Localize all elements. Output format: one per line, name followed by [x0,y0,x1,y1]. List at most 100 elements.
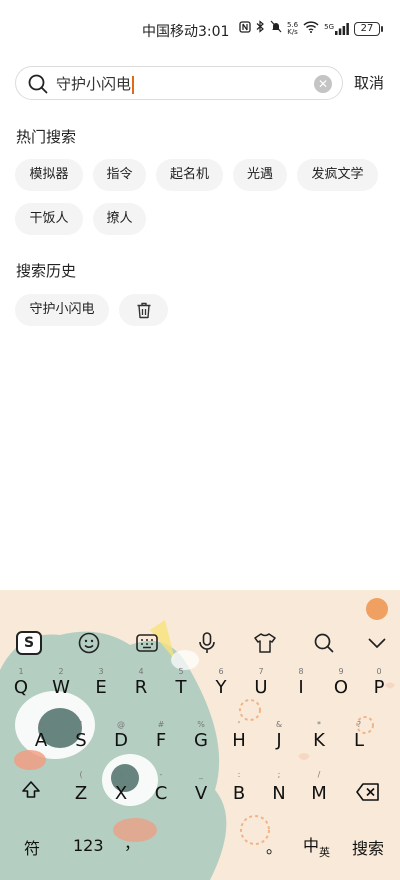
network-type: 5G [324,23,334,31]
net-speed: 5.6 K/s [287,22,298,36]
status-bar: 中国移动3:01 5.6 K/s 5G 27 [0,0,400,56]
key-t[interactable]: T [163,677,199,698]
key-q[interactable]: Q [3,677,39,698]
lang-sub: 英 [319,846,331,859]
hot-chip[interactable]: 撩人 [93,203,146,235]
key-z[interactable]: Z [63,783,99,804]
key-y[interactable]: Y [203,677,239,698]
status-carrier-time: 中国移动3:01 [142,21,229,41]
key-s[interactable]: S [63,730,99,751]
key-hint: _ [199,770,203,779]
keyboard-switch-icon[interactable] [132,628,162,658]
battery-level: 27 [360,23,374,34]
hot-chip[interactable]: 发疯文学 [297,159,378,191]
key-hint: @ [117,720,125,729]
key-u[interactable]: U [243,677,279,698]
key-hint: - [159,770,163,779]
carrier-name: 中国移动 [142,24,198,40]
number-key[interactable]: 123 [73,836,104,855]
hot-chip[interactable]: 干饭人 [15,203,83,235]
backspace-key[interactable] [350,783,386,806]
space-key[interactable] [185,840,265,850]
history-title: 搜索历史 [16,262,77,280]
key-hint: & [275,720,283,729]
key-a[interactable]: A [23,730,59,751]
key-hint: ) [119,770,123,779]
key-v[interactable]: V [183,783,219,804]
brand-key: S [16,631,42,655]
hot-chip[interactable]: 光遇 [233,159,287,191]
key-b[interactable]: B [221,783,257,804]
clock: 3:01 [198,24,230,40]
key-hint: 0 [376,667,382,676]
shift-icon [22,781,40,798]
clear-icon[interactable]: ✕ [314,75,332,93]
key-e[interactable]: E [83,677,119,698]
search-field[interactable]: 守护小闪电 ✕ [15,66,343,100]
period-key[interactable]: 。 [266,834,282,858]
key-hint: : [237,770,241,779]
sogou-logo-icon[interactable]: S [14,628,44,658]
cancel-button[interactable]: 取消 [354,72,384,93]
key-hint: ! [79,720,83,729]
key-hint: 6 [218,667,224,676]
bluetooth-icon [256,20,265,38]
key-c[interactable]: C [143,783,179,804]
key-hint: # [157,720,165,729]
keyboard: S 1 2 3 4 5 6 7 8 9 0 Q W E R T Y U I O … [0,590,400,880]
signal-icon: 5G [324,23,349,35]
shift-key[interactable] [13,780,49,805]
battery-icon: 27 [354,22,383,36]
search-query: 守护小闪电 [56,75,132,93]
emoji-icon[interactable] [74,628,104,658]
trash-icon [137,302,150,318]
keyboard-mascot-icon[interactable] [366,598,388,620]
search-bar: 守护小闪电 ✕ 取消 [15,66,385,100]
key-j[interactable]: J [261,730,297,751]
key-i[interactable]: I [283,677,319,698]
key-hint: / [317,770,321,779]
key-hint: ( [79,770,83,779]
text-caret [132,75,134,94]
key-hint: * [317,720,321,729]
key-hint: 2 [58,667,64,676]
microphone-icon[interactable] [192,628,222,658]
key-hint: 7 [258,667,264,676]
key-o[interactable]: O [323,677,359,698]
key-hint: 9 [338,667,344,676]
key-hint: 3 [98,667,104,676]
key-hint: 5 [178,667,184,676]
key-x[interactable]: X [103,783,139,804]
lang-main: 中 [303,836,320,855]
language-switch-key[interactable]: 中英 [303,832,331,859]
key-h[interactable]: H [221,730,257,751]
hot-search-title: 热门搜索 [16,128,77,146]
key-f[interactable]: F [143,730,179,751]
key-d[interactable]: D [103,730,139,751]
collapse-keyboard-icon[interactable] [362,628,392,658]
history-chip[interactable]: 守护小闪电 [15,294,109,326]
key-k[interactable]: K [301,730,337,751]
delete-history-button[interactable] [119,294,168,326]
key-g[interactable]: G [183,730,219,751]
mute-icon [270,20,282,38]
status-icons: 5.6 K/s 5G 27 [239,20,383,38]
key-r[interactable]: R [123,677,159,698]
hot-chip[interactable]: 指令 [93,159,146,191]
search-icon [28,74,48,94]
skin-shirt-icon[interactable] [250,628,280,658]
key-w[interactable]: W [43,677,79,698]
key-p[interactable]: P [361,677,397,698]
key-m[interactable]: M [301,783,337,804]
search-key[interactable]: 搜索 [352,835,384,859]
comma-key[interactable]: ， [124,830,140,854]
search-input[interactable]: 守护小闪电 [56,73,134,95]
keyboard-search-icon[interactable] [309,628,339,658]
hot-chip[interactable]: 起名机 [156,159,223,191]
key-n[interactable]: N [261,783,297,804]
key-hint: 1 [18,667,24,676]
key-l[interactable]: L [341,730,377,751]
symbol-key[interactable]: 符 [24,835,40,859]
hot-chip[interactable]: 模拟器 [15,159,83,191]
key-hint: ; [277,770,281,779]
